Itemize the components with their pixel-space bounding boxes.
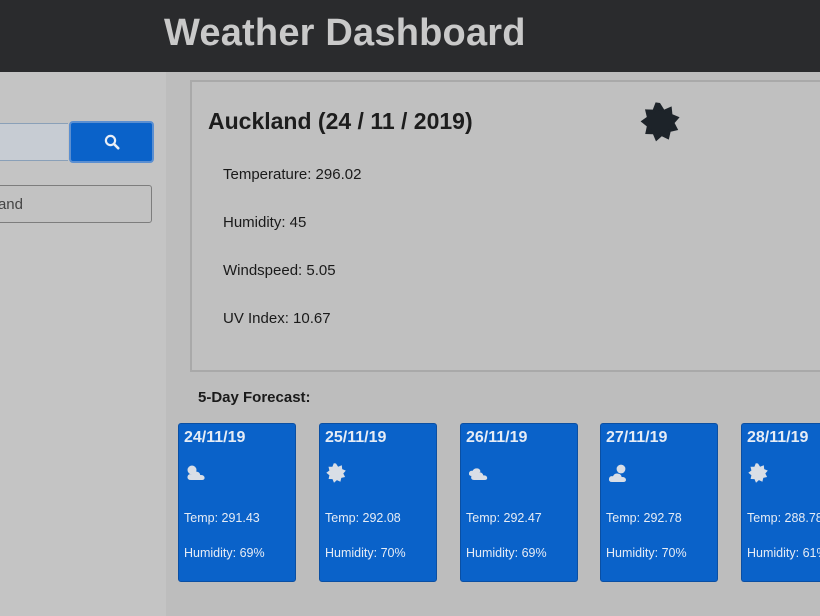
temperature-value: Temperature: 296.02 [223, 166, 362, 183]
forecast-date: 26/11/19 [466, 429, 528, 446]
forecast-temp: Temp: 292.08 [325, 511, 401, 525]
forecast-temp: Temp: 288.78 [747, 511, 820, 525]
partly-cloudy-icon [608, 464, 626, 482]
forecast-heading: 5-Day Forecast: [198, 389, 311, 406]
search-history-item[interactable]: and [0, 185, 152, 223]
search-button[interactable] [69, 121, 154, 163]
forecast-card: 27/11/19 Temp: 292.78 Humidity: 70% [600, 423, 718, 582]
uv-index-value: UV Index: 10.67 [223, 310, 331, 327]
clouds-icon [468, 468, 488, 480]
forecast-date: 27/11/19 [606, 429, 668, 446]
forecast-card: 24/11/19 Temp: 291.43 Humidity: 69% [178, 423, 296, 582]
search-history-label: and [0, 195, 23, 213]
forecast-card: 28/11/19 Temp: 288.78 Humidity: 61% [741, 423, 820, 582]
humidity-value: Humidity: 45 [223, 214, 307, 231]
search-icon [104, 134, 119, 150]
forecast-humidity: Humidity: 69% [466, 546, 547, 560]
forecast-temp: Temp: 292.47 [466, 511, 542, 525]
forecast-humidity: Humidity: 61% [747, 546, 820, 560]
sun-icon [326, 463, 346, 483]
sun-icon [748, 463, 768, 483]
forecast-card: 26/11/19 Temp: 292.47 Humidity: 69% [460, 423, 578, 582]
forecast-temp: Temp: 291.43 [184, 511, 260, 525]
forecast-temp: Temp: 292.78 [606, 511, 682, 525]
app-header: Weather Dashboard [0, 0, 820, 72]
forecast-card: 25/11/19 Temp: 292.08 Humidity: 70% [319, 423, 437, 582]
current-weather-panel: Auckland (24 / 11 / 2019) Temperature: 2… [190, 80, 820, 372]
forecast-date: 28/11/19 [747, 429, 809, 446]
forecast-humidity: Humidity: 70% [325, 546, 406, 560]
sun-icon [640, 102, 680, 142]
city-search-input[interactable] [0, 123, 68, 161]
city-heading: Auckland (24 / 11 / 2019) [208, 108, 473, 134]
page-title: Weather Dashboard [164, 12, 526, 54]
forecast-humidity: Humidity: 70% [606, 546, 687, 560]
partly-cloudy-icon [187, 465, 205, 480]
windspeed-value: Windspeed: 5.05 [223, 262, 336, 279]
forecast-date: 25/11/19 [325, 429, 387, 446]
forecast-date: 24/11/19 [184, 429, 246, 446]
forecast-humidity: Humidity: 69% [184, 546, 265, 560]
